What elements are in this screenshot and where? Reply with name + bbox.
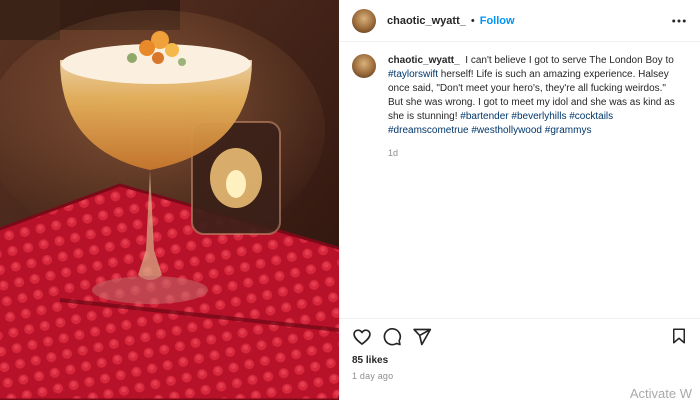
cocktail-photo — [0, 0, 339, 400]
action-icons — [352, 325, 432, 349]
caption-time[interactable]: 1d — [388, 146, 683, 160]
bookmark-icon[interactable] — [670, 327, 688, 345]
hashtag-bartender[interactable]: #bartender — [460, 111, 508, 122]
caption-avatar[interactable] — [352, 54, 376, 78]
caption-block: chaotic_wyatt_ I can't believe I got to … — [352, 54, 692, 160]
hashtag-dreamscometrue[interactable]: #dreamscometrue — [388, 125, 469, 136]
caption: chaotic_wyatt_ I can't believe I got to … — [388, 54, 683, 160]
activation-watermark: Activate W — [629, 386, 692, 400]
comment-icon[interactable] — [382, 327, 402, 347]
posted-time[interactable]: 1 day ago — [352, 371, 393, 381]
post-panel: chaotic_wyatt_ • Follow chaotic_wyatt_ I… — [339, 0, 700, 400]
follow-button[interactable]: Follow — [480, 15, 515, 27]
hashtag-grammys[interactable]: #grammys — [545, 125, 592, 136]
hashtag-beverlyhills[interactable]: #beverlyhills — [511, 111, 566, 122]
header-separator: • — [470, 14, 475, 27]
hashtag-cocktails[interactable]: #cocktails — [569, 111, 613, 122]
caption-text: chaotic_wyatt_ I can't believe I got to … — [388, 54, 683, 138]
more-options-icon[interactable] — [670, 12, 688, 30]
header-username[interactable]: chaotic_wyatt_ — [387, 15, 466, 27]
hashtag-taylorswift[interactable]: #taylorswift — [388, 69, 438, 80]
heart-icon[interactable] — [352, 327, 372, 347]
caption-username[interactable]: chaotic_wyatt_ — [388, 55, 460, 66]
post-header: chaotic_wyatt_ • Follow — [339, 0, 700, 42]
likes-count[interactable]: 85 likes — [352, 355, 388, 366]
post-photo[interactable] — [0, 0, 339, 400]
share-icon[interactable] — [412, 327, 432, 347]
hashtag-westhollywood[interactable]: #westhollywood — [471, 125, 542, 136]
avatar[interactable] — [352, 8, 376, 33]
caption-part1: I can't believe I got to serve The Londo… — [465, 55, 674, 66]
